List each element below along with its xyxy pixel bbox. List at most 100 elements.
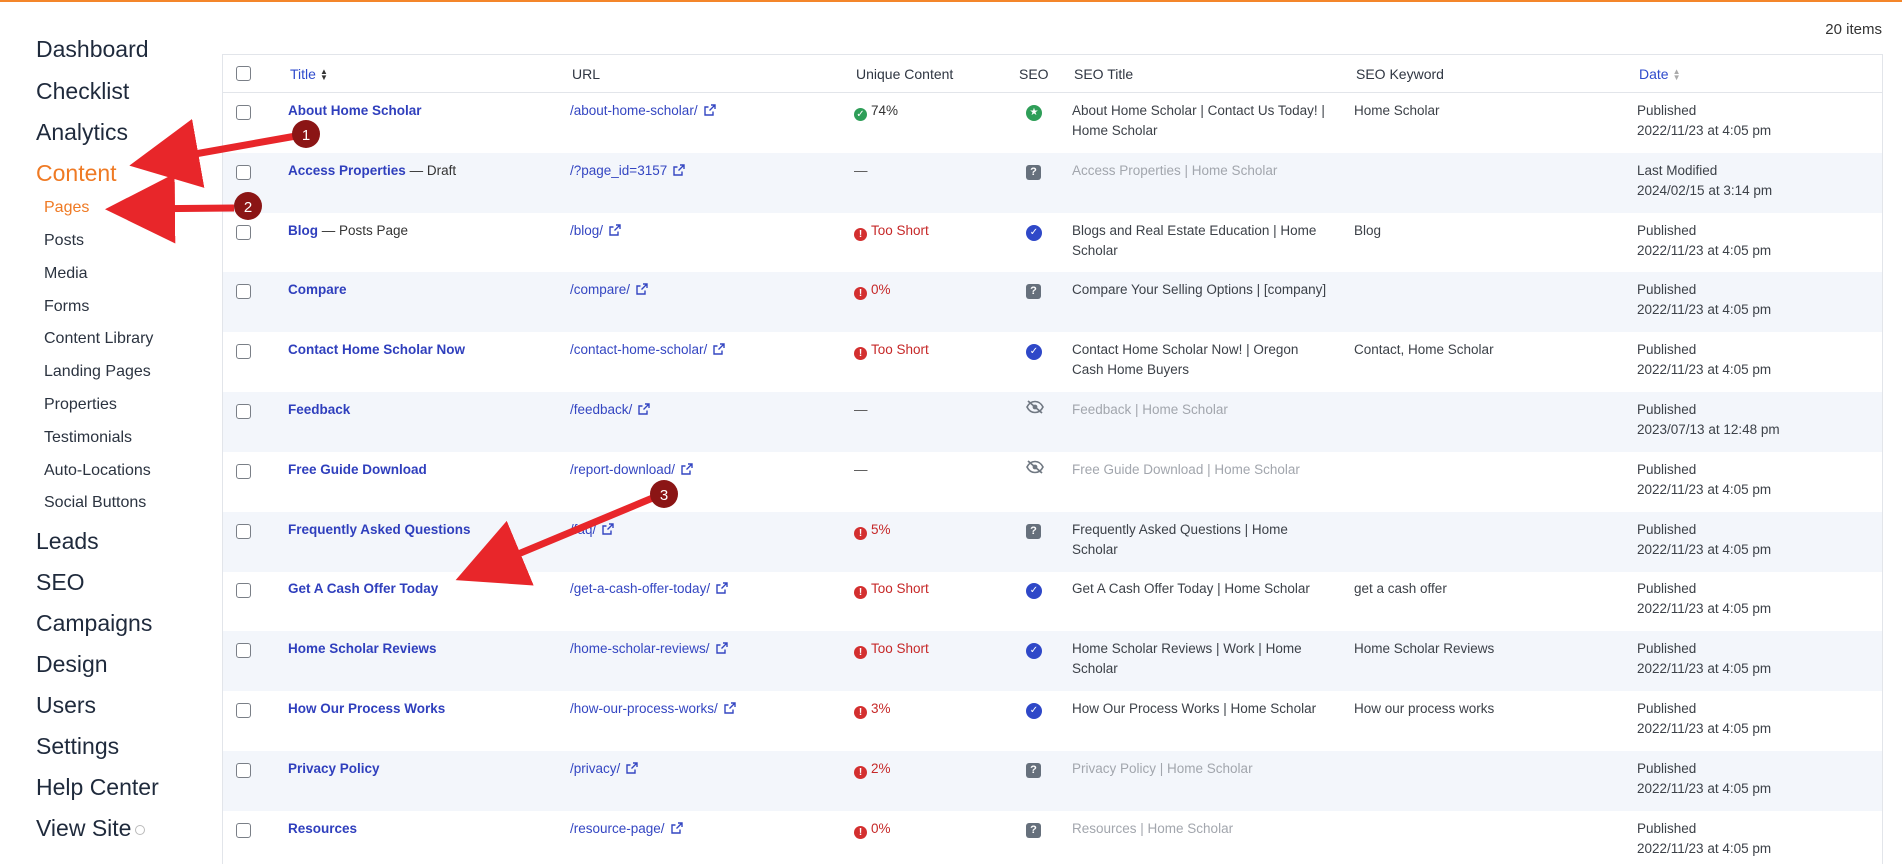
table-row: Compare/compare/! 0%? Compare Your Selling… [223,272,1882,333]
external-link-icon[interactable] [724,700,736,714]
row-checkbox[interactable] [236,463,251,479]
page-url-cell: /compare/ [570,280,648,300]
page-url-link[interactable]: /feedback/ [570,402,632,417]
row-checkbox[interactable] [236,523,251,539]
nav-item-dashboard[interactable]: Dashboard [36,36,149,63]
nav-sub-auto-locations[interactable]: Auto-Locations [44,462,151,480]
external-link-icon[interactable] [670,820,683,834]
date-cell: Published 2022/11/23 at 4:05 pm [1637,579,1771,619]
seo-status-cell: ✓ [1026,340,1046,361]
nav-sub-media[interactable]: Media [44,265,88,283]
seo-status-cell: ? [1026,520,1046,540]
nav-sub-testimonials[interactable]: Testimonials [44,429,132,447]
seo-hidden-icon [1026,400,1044,417]
nav-item-seo[interactable]: SEO [36,569,85,596]
table-row: Feedback/feedback/ — Feedback | Home Schol… [223,392,1882,452]
nav-sub-posts[interactable]: Posts [44,232,84,250]
column-header-seo-keyword: SEO Keyword [1356,66,1444,82]
unique-content-cell: ! 0% [854,819,891,839]
nav-item-checklist[interactable]: Checklist [36,78,129,105]
row-checkbox[interactable] [236,164,251,180]
page-url-link[interactable]: /blog/ [570,223,603,238]
external-link-icon[interactable] [716,580,728,595]
nav-item-users[interactable]: Users [36,692,96,719]
nav-sub-forms[interactable]: Forms [44,298,89,316]
page-title-link[interactable]: Access Properties [288,163,406,178]
page-url-link[interactable]: /about-home-scholar/ [570,103,698,118]
unique-content-cell: ! Too Short [854,639,929,660]
page-title-link[interactable]: Privacy Policy [288,761,380,776]
column-header-date[interactable]: Date ▲ ▼ [1639,66,1681,82]
external-link-icon[interactable] [638,401,650,415]
external-link-icon[interactable] [681,461,693,475]
nav-sub-properties[interactable]: Properties [44,396,117,414]
check-circle-icon: ✓ [854,108,867,121]
external-link-icon[interactable] [713,341,726,355]
page-url-link[interactable]: /how-our-process-works/ [570,701,718,716]
select-all-checkbox[interactable] [236,66,251,81]
row-checkbox[interactable] [236,105,251,120]
page-title-link[interactable]: Frequently Asked Questions [288,522,471,537]
nav-item-help-center[interactable]: Help Center [36,774,159,801]
page-url-link[interactable]: /contact-home-scholar/ [570,342,707,357]
page-url-link[interactable]: /home-scholar-reviews/ [570,641,710,656]
page-title-link[interactable]: About Home Scholar [288,103,422,118]
seo-check-icon: ✓ [1026,703,1042,719]
nav-item-campaigns[interactable]: Campaigns [36,610,152,637]
external-link-icon[interactable] [602,521,614,535]
row-checkbox[interactable] [236,404,251,419]
nav-item-analytics[interactable]: Analytics [36,119,128,146]
nav-item-leads[interactable]: Leads [36,528,99,555]
nav-item-settings[interactable]: Settings [36,733,119,760]
external-link-icon[interactable] [626,760,638,774]
row-checkbox[interactable] [236,583,251,599]
page-title-link[interactable]: Compare [288,282,347,297]
date-cell: Published 2023/07/13 at 12:48 pm [1637,400,1780,440]
row-checkbox[interactable] [236,643,251,659]
external-link-icon[interactable] [703,102,716,116]
row-checkbox[interactable] [236,224,251,240]
date-cell: Published 2022/11/23 at 4:05 pm [1637,639,1771,679]
date-value: 2022/11/23 at 4:05 pm [1637,721,1772,736]
page-title-link[interactable]: How Our Process Works [288,701,445,716]
page-url-link[interactable]: /resource-page/ [570,821,665,836]
page-url-link[interactable]: /report-download/ [570,462,675,477]
date-status: Published [1637,103,1697,118]
nav-sub-social-buttons[interactable]: Social Buttons [44,494,146,512]
page-url-link[interactable]: /?page_id=3157 [570,163,667,178]
page-url-link[interactable]: /compare/ [570,282,630,297]
row-checkbox[interactable] [236,822,251,838]
page-url-link[interactable]: /faq/ [570,522,596,537]
external-link-icon[interactable] [609,222,621,236]
column-header-title[interactable]: Title ▲ ▼ [290,66,328,82]
seo-status-cell: ? [1026,280,1046,300]
row-checkbox[interactable] [236,344,251,360]
nav-sub-landing-pages[interactable]: Landing Pages [44,363,151,381]
unique-content-value: — [854,162,868,178]
unique-content-cell: — [854,460,868,480]
nav-item-content[interactable]: Content [36,160,117,187]
row-checkbox[interactable] [236,284,251,300]
seo-unknown-icon: ? [1026,762,1041,778]
page-url-link[interactable]: /privacy/ [570,761,620,776]
page-title-link[interactable]: Blog [288,223,318,238]
external-link-icon[interactable] [673,162,685,176]
page-title-link[interactable]: Free Guide Download [288,462,427,477]
nav-sub-pages[interactable]: Pages [44,199,89,217]
row-checkbox[interactable] [236,762,251,778]
external-link-icon[interactable] [636,281,648,296]
page-title-link[interactable]: Resources [288,821,357,836]
table-header: Title ▲ ▼ URL Unique Content SEO SEO Title… [223,55,1882,93]
nav-item-design[interactable]: Design [36,651,108,678]
page-title-link[interactable]: Get A Cash Offer Today [288,581,438,596]
row-checkbox[interactable] [236,703,251,718]
page-url-link[interactable]: /get-a-cash-offer-today/ [570,581,710,596]
nav-item-view-site[interactable]: View Site [36,815,146,842]
column-header-seo-title: SEO Title [1074,66,1134,82]
page-title-link[interactable]: Feedback [288,402,350,417]
nav-sub-content-library[interactable]: Content Library [44,330,153,348]
external-link-icon[interactable] [715,640,728,654]
page-url-cell: /report-download/ [570,460,693,480]
page-title-link[interactable]: Home Scholar Reviews [288,641,437,656]
page-title-link[interactable]: Contact Home Scholar Now [288,342,465,357]
